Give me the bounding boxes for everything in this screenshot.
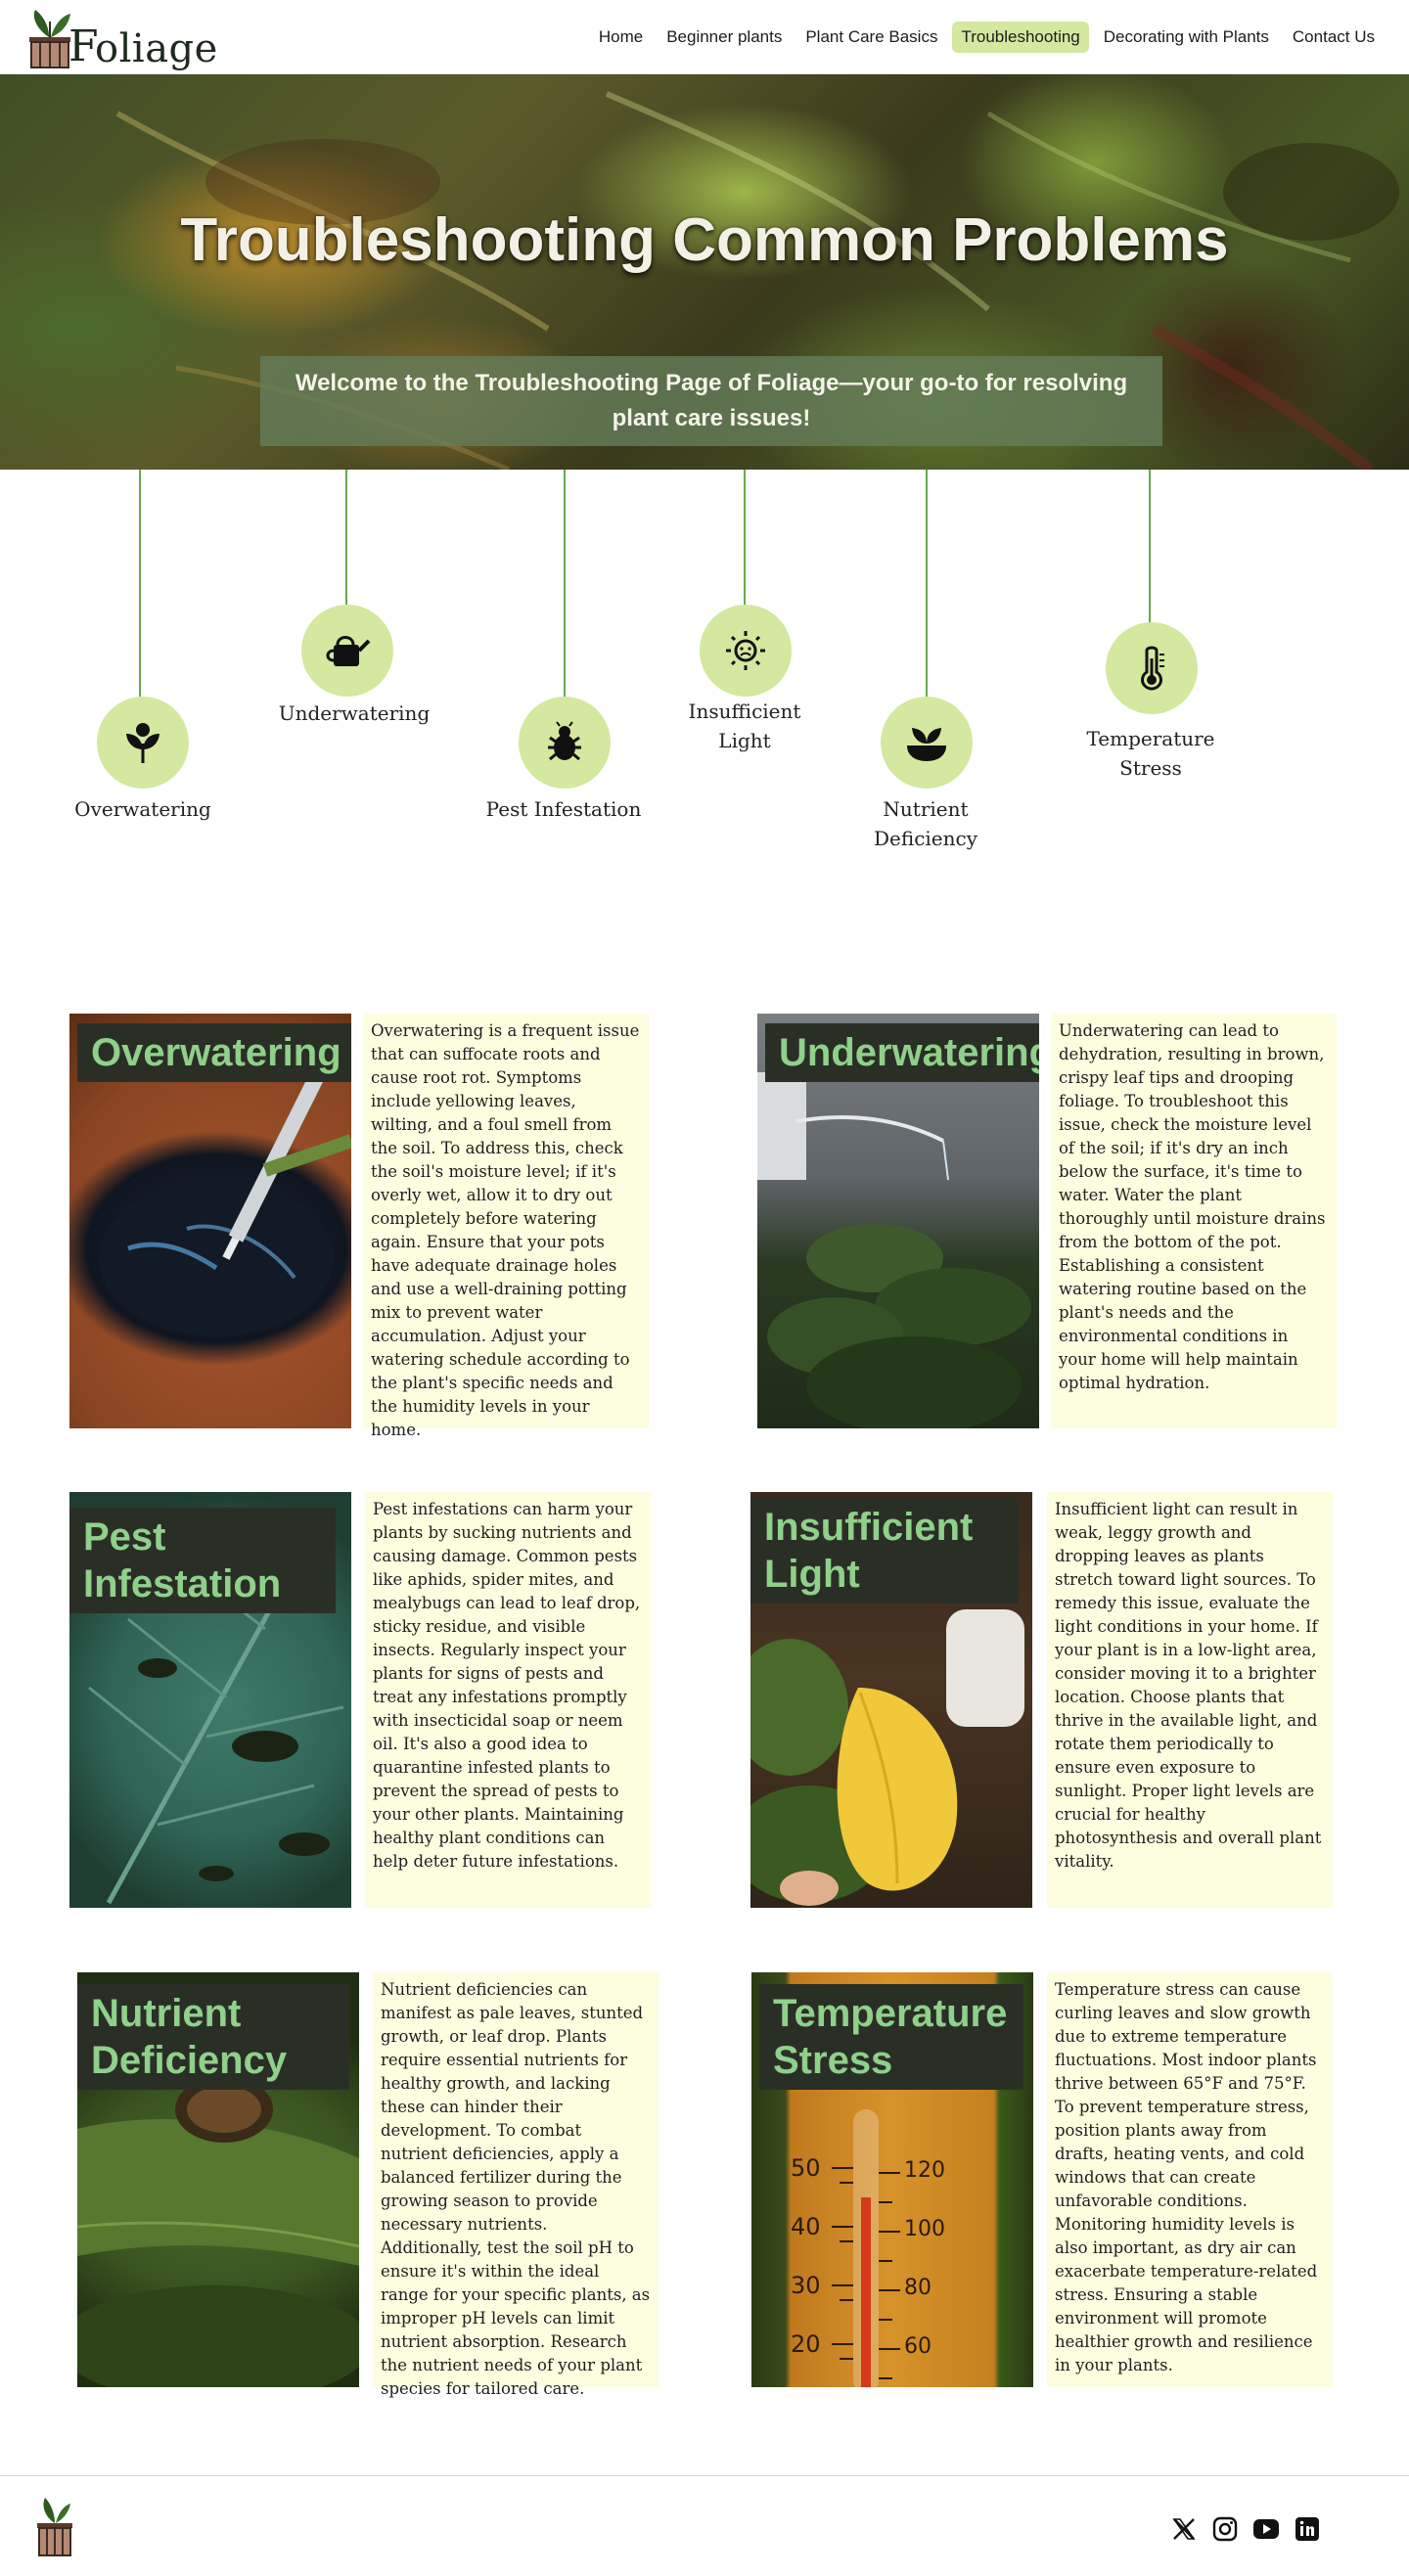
- sprout-icon: [126, 723, 159, 763]
- card-text-overwatering: Overwatering is a frequent issue that ca…: [363, 1014, 649, 1439]
- overwatering-circle[interactable]: [97, 697, 189, 789]
- pest-infestation-label: Pest Infestation: [485, 797, 642, 821]
- nav-decorating-with-plants[interactable]: Decorating with Plants: [1095, 22, 1278, 53]
- site-header: F oliage Home Beginner plants Plant Care…: [0, 0, 1409, 74]
- hanger-line: [564, 470, 566, 697]
- nav-plant-care-basics[interactable]: Plant Care Basics: [796, 22, 946, 53]
- plant-bowl-icon: [907, 728, 946, 761]
- card-text-temperature-stress: Temperature stress can cause curling lea…: [1047, 1972, 1333, 2387]
- temperature-stress-image: 50 40 30 20 120 100 80 60 Temperature St…: [751, 1972, 1033, 2387]
- nav-beginner-plants[interactable]: Beginner plants: [658, 22, 791, 53]
- card-title-overwatering: Overwatering: [77, 1023, 351, 1082]
- card-text-underwatering: Underwatering can lead to dehydration, r…: [1051, 1014, 1337, 1428]
- plant-pot-logo-icon: [37, 2498, 72, 2556]
- hanger-line: [139, 470, 141, 697]
- card-title-underwatering: Underwatering: [765, 1023, 1039, 1082]
- card-title-insufficient-light: Insufficient Light: [750, 1498, 1019, 1604]
- overwatering-image: Overwatering: [69, 1014, 351, 1428]
- nav-home[interactable]: Home: [590, 22, 652, 53]
- temperature-stress-circle[interactable]: [1106, 622, 1198, 714]
- youtube-icon[interactable]: [1252, 2515, 1280, 2543]
- pest-infestation-circle[interactable]: [519, 697, 611, 789]
- main-nav: Home Beginner plants Plant Care Basics T…: [590, 22, 1384, 53]
- card-text-pest-infestation: Pest infestations can harm your plants b…: [365, 1492, 651, 1908]
- card-title-temperature-stress: Temperature Stress: [759, 1984, 1023, 2090]
- scale-c-20: 20: [791, 2330, 821, 2358]
- sun-icon: [726, 631, 765, 670]
- linkedin-icon[interactable]: [1294, 2515, 1321, 2543]
- brand-name: oliage: [95, 26, 218, 71]
- underwatering-image: Underwatering: [757, 1014, 1039, 1428]
- nav-contact-us[interactable]: Contact Us: [1284, 22, 1384, 53]
- nutrient-deficiency-image: Nutrient Deficiency: [77, 1972, 359, 2387]
- scale-c-40: 40: [791, 2213, 821, 2240]
- underwatering-label: Underwatering: [278, 701, 431, 725]
- site-footer: [0, 2475, 1409, 2576]
- insufficient-light-circle[interactable]: [700, 605, 792, 697]
- scale-f-120: 120: [904, 2158, 945, 2183]
- scale-f-100: 100: [904, 2217, 945, 2241]
- insufficient-light-image: Insufficient Light: [750, 1492, 1032, 1908]
- hero-title: Troubleshooting Common Problems: [180, 206, 1229, 274]
- brand-logo[interactable]: F oliage: [27, 8, 218, 68]
- temperature-stress-label: Temperature Stress: [1086, 727, 1215, 780]
- overwatering-label: Overwatering: [74, 797, 211, 821]
- scale-f-80: 80: [904, 2276, 932, 2300]
- card-title-nutrient-deficiency: Nutrient Deficiency: [77, 1984, 349, 2090]
- insufficient-light-label: Insufficient Light: [688, 700, 801, 752]
- watering-can-icon: [326, 636, 371, 666]
- underwatering-circle[interactable]: [301, 605, 393, 697]
- hanger-line: [926, 470, 928, 697]
- card-text-insufficient-light: Insufficient light can result in weak, l…: [1047, 1492, 1333, 1908]
- instagram-icon[interactable]: [1211, 2515, 1239, 2543]
- scale-c-50: 50: [791, 2154, 821, 2182]
- social-links: [1170, 2515, 1321, 2543]
- hero-subtitle: Welcome to the Troubleshooting Page of F…: [260, 356, 1162, 446]
- scale-f-60: 60: [904, 2334, 932, 2359]
- thermometer-icon: [1141, 646, 1164, 691]
- scale-c-30: 30: [791, 2272, 821, 2299]
- problem-icon-row: Overwatering Underwatering Pest Infestat…: [0, 470, 1409, 881]
- plant-pot-logo-icon: [29, 10, 70, 68]
- x-icon[interactable]: [1170, 2515, 1198, 2543]
- hero-banner: Troubleshooting Common Problems Welcome …: [0, 74, 1409, 470]
- nutrient-deficiency-circle[interactable]: [881, 697, 973, 789]
- nutrient-deficiency-label: Nutrient Deficiency: [873, 797, 978, 850]
- card-title-pest-infestation: Pest Infestation: [69, 1508, 336, 1613]
- nav-troubleshooting[interactable]: Troubleshooting: [952, 22, 1089, 53]
- hanger-line: [345, 470, 347, 605]
- hanger-line: [744, 470, 746, 605]
- pest-infestation-image: Pest Infestation: [69, 1492, 351, 1908]
- hanger-line: [1149, 470, 1151, 622]
- footer-logo[interactable]: [35, 2496, 74, 2560]
- card-text-nutrient-deficiency: Nutrient deficiencies can manifest as pa…: [373, 1972, 659, 2398]
- bug-icon: [548, 721, 581, 761]
